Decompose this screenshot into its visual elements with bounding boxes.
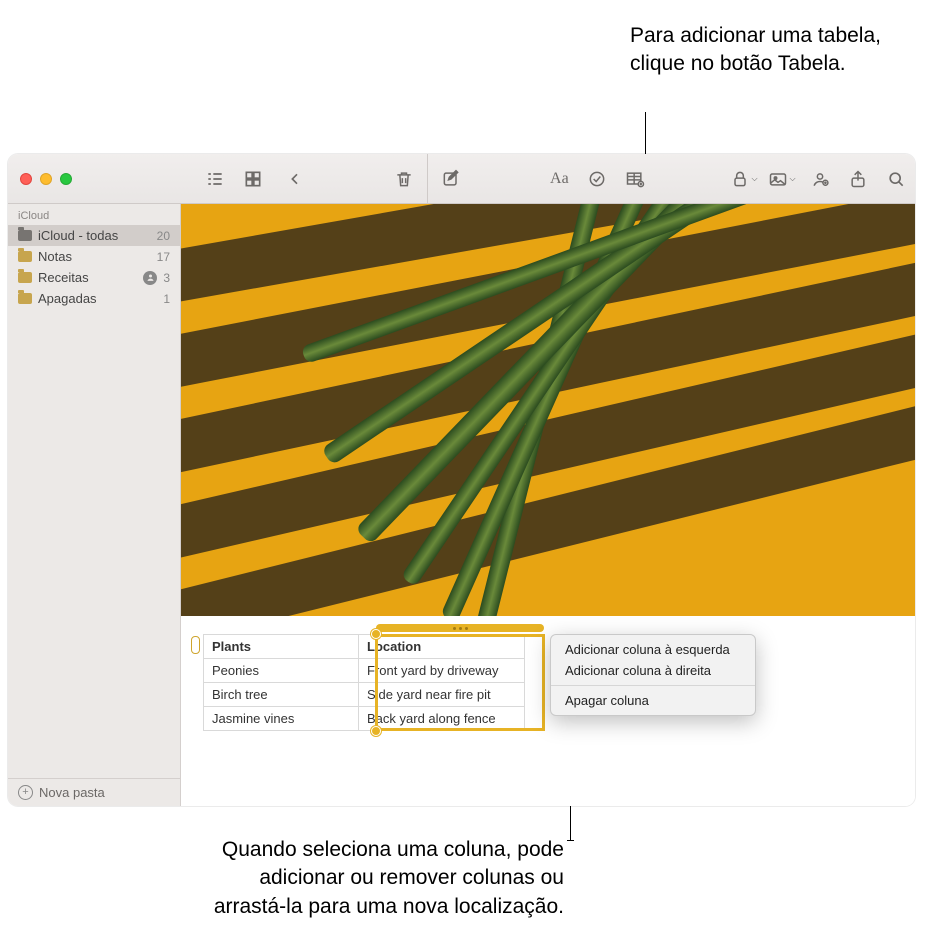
table-row[interactable]: Birch tree Side yard near fire pit bbox=[204, 683, 525, 707]
folder-icon bbox=[18, 230, 32, 241]
titlebar: Aa ⌵ ⌵ bbox=[8, 154, 915, 204]
sidebar: iCloud iCloud - todas 20 Notas 17 Receit… bbox=[8, 204, 181, 806]
collaborate-button[interactable] bbox=[801, 163, 839, 195]
table-row[interactable]: Plants Location bbox=[204, 635, 525, 659]
sidebar-item-apagadas[interactable]: Apagadas 1 bbox=[8, 288, 180, 309]
delete-button[interactable] bbox=[385, 163, 423, 195]
note-image bbox=[181, 204, 915, 616]
table-cell[interactable]: Plants bbox=[204, 635, 359, 659]
new-folder-label: Nova pasta bbox=[39, 785, 105, 800]
table-cell[interactable]: Birch tree bbox=[204, 683, 359, 707]
folder-icon bbox=[18, 251, 32, 262]
table-cell[interactable]: Location bbox=[359, 635, 525, 659]
note-body[interactable]: Plants Location Peonies Front yard by dr… bbox=[181, 616, 915, 806]
sidebar-item-count: 20 bbox=[157, 229, 170, 243]
sidebar-item-label: Apagadas bbox=[38, 291, 157, 306]
sidebar-item-receitas[interactable]: Receitas 3 bbox=[8, 267, 180, 288]
sidebar-section-header: iCloud bbox=[8, 204, 180, 225]
column-selection-border bbox=[375, 634, 378, 731]
zoom-window-button[interactable] bbox=[60, 173, 72, 185]
menu-separator bbox=[551, 685, 755, 686]
sidebar-item-icloud-all[interactable]: iCloud - todas 20 bbox=[8, 225, 180, 246]
folder-icon bbox=[18, 272, 32, 283]
table-cell[interactable]: Back yard along fence bbox=[359, 707, 525, 731]
table-column-handle[interactable] bbox=[376, 624, 544, 632]
notes-window: Aa ⌵ ⌵ iCloud iCloud - todas bbox=[8, 154, 915, 806]
sidebar-item-label: Notas bbox=[38, 249, 151, 264]
list-view-button[interactable] bbox=[196, 163, 234, 195]
column-selection-border bbox=[542, 634, 545, 731]
media-button[interactable]: ⌵ bbox=[763, 163, 801, 195]
column-context-menu: Adicionar coluna à esquerda Adicionar co… bbox=[550, 634, 756, 716]
callout-table-button: Para adicionar uma tabela, clique no bot… bbox=[630, 22, 910, 79]
note-table[interactable]: Plants Location Peonies Front yard by dr… bbox=[203, 634, 525, 731]
menu-item-delete-column[interactable]: Apagar coluna bbox=[551, 690, 755, 711]
minimize-window-button[interactable] bbox=[40, 173, 52, 185]
compose-button[interactable] bbox=[432, 163, 470, 195]
sidebar-item-count: 3 bbox=[163, 271, 170, 285]
toolbar-separator bbox=[427, 154, 428, 204]
table-cell[interactable]: Side yard near fire pit bbox=[359, 683, 525, 707]
plus-circle-icon: + bbox=[18, 785, 33, 800]
table-cell[interactable]: Peonies bbox=[204, 659, 359, 683]
table[interactable]: Plants Location Peonies Front yard by dr… bbox=[203, 634, 525, 731]
callout-column-selection: Quando seleciona uma coluna, pode adicio… bbox=[184, 836, 564, 921]
column-selection-border bbox=[375, 634, 545, 637]
sidebar-item-count: 17 bbox=[157, 250, 170, 264]
lock-button[interactable]: ⌵ bbox=[725, 163, 763, 195]
folder-icon bbox=[18, 293, 32, 304]
sidebar-item-count: 1 bbox=[163, 292, 170, 306]
table-cell[interactable]: Front yard by driveway bbox=[359, 659, 525, 683]
format-button[interactable]: Aa bbox=[540, 163, 578, 195]
close-window-button[interactable] bbox=[20, 173, 32, 185]
shared-icon bbox=[143, 271, 157, 285]
sidebar-item-notas[interactable]: Notas 17 bbox=[8, 246, 180, 267]
selection-knob[interactable] bbox=[371, 629, 381, 639]
sidebar-item-label: Receitas bbox=[38, 270, 137, 285]
table-row-handle[interactable] bbox=[191, 636, 200, 654]
table-row[interactable]: Jasmine vines Back yard along fence bbox=[204, 707, 525, 731]
selection-knob[interactable] bbox=[371, 726, 381, 736]
grid-view-button[interactable] bbox=[234, 163, 272, 195]
sidebar-item-label: iCloud - todas bbox=[38, 228, 151, 243]
share-button[interactable] bbox=[839, 163, 877, 195]
column-selection-border bbox=[375, 728, 545, 731]
menu-item-add-column-left[interactable]: Adicionar coluna à esquerda bbox=[551, 639, 755, 660]
window-body: iCloud iCloud - todas 20 Notas 17 Receit… bbox=[8, 204, 915, 806]
new-folder-button[interactable]: + Nova pasta bbox=[8, 778, 180, 806]
back-button[interactable] bbox=[276, 163, 314, 195]
table-cell[interactable]: Jasmine vines bbox=[204, 707, 359, 731]
window-controls bbox=[8, 173, 88, 185]
menu-item-add-column-right[interactable]: Adicionar coluna à direita bbox=[551, 660, 755, 681]
table-button[interactable] bbox=[616, 163, 654, 195]
callout-leader-line bbox=[570, 806, 571, 841]
note-content: Plants Location Peonies Front yard by dr… bbox=[181, 204, 915, 806]
table-row[interactable]: Peonies Front yard by driveway bbox=[204, 659, 525, 683]
search-button[interactable] bbox=[877, 163, 915, 195]
checklist-button[interactable] bbox=[578, 163, 616, 195]
